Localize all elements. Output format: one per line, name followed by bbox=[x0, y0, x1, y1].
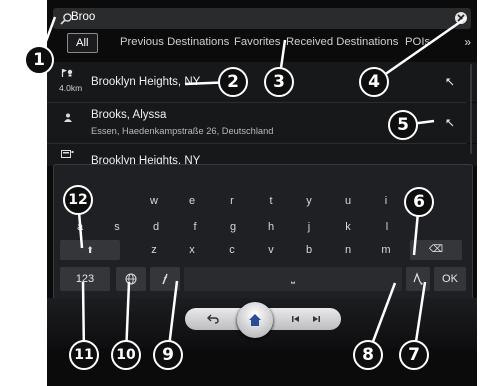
callout-1: 1 bbox=[24, 45, 54, 75]
callout-7: 7 bbox=[399, 340, 429, 370]
callout-4: 4 bbox=[359, 67, 389, 97]
callout-3: 3 bbox=[264, 67, 294, 97]
callout-8: 8 bbox=[353, 340, 383, 370]
callout-10: 10 bbox=[111, 340, 141, 370]
callout-9: 9 bbox=[153, 340, 183, 370]
callout-5: 5 bbox=[388, 110, 418, 140]
callout-2: 2 bbox=[218, 67, 248, 97]
callout-12: 12 bbox=[63, 185, 93, 215]
callout-6: 6 bbox=[404, 187, 434, 217]
callout-11: 11 bbox=[69, 340, 99, 370]
